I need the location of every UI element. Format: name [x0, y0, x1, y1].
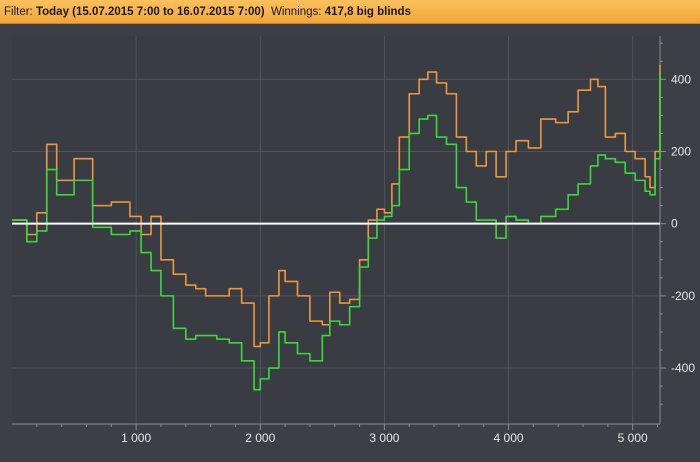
- plot-background: [12, 36, 660, 424]
- y-tick-label: 200: [671, 144, 691, 158]
- x-tick-label: 5 000: [618, 431, 648, 445]
- y-tick-label: -400: [671, 361, 695, 375]
- filter-bar: Filter: Today (15.07.2015 7:00 to 16.07.…: [0, 0, 700, 24]
- y-tick-label: 400: [671, 72, 691, 86]
- x-tick-label: 1 000: [121, 431, 151, 445]
- x-tick-label: 3 000: [369, 431, 399, 445]
- chart-area: 1 000 2 000 3 000 4 000 5 000 400 200 0 -200 -400: [0, 24, 700, 457]
- winnings-value: 417,8 big blinds: [324, 5, 411, 18]
- x-tick-label: 4 000: [494, 431, 524, 445]
- winnings-chart: 1 000 2 000 3 000 4 000 5 000 400 200 0 -200 -400: [12, 36, 695, 445]
- x-tick-label: 2 000: [245, 431, 275, 445]
- y-tick-label: -200: [671, 289, 695, 303]
- filter-label: Filter:: [4, 5, 33, 18]
- winnings-label: Winnings:: [271, 5, 322, 18]
- filter-value[interactable]: Today (15.07.2015 7:00 to 16.07.2015 7:0…: [36, 6, 265, 18]
- y-tick-label: 0: [671, 217, 678, 231]
